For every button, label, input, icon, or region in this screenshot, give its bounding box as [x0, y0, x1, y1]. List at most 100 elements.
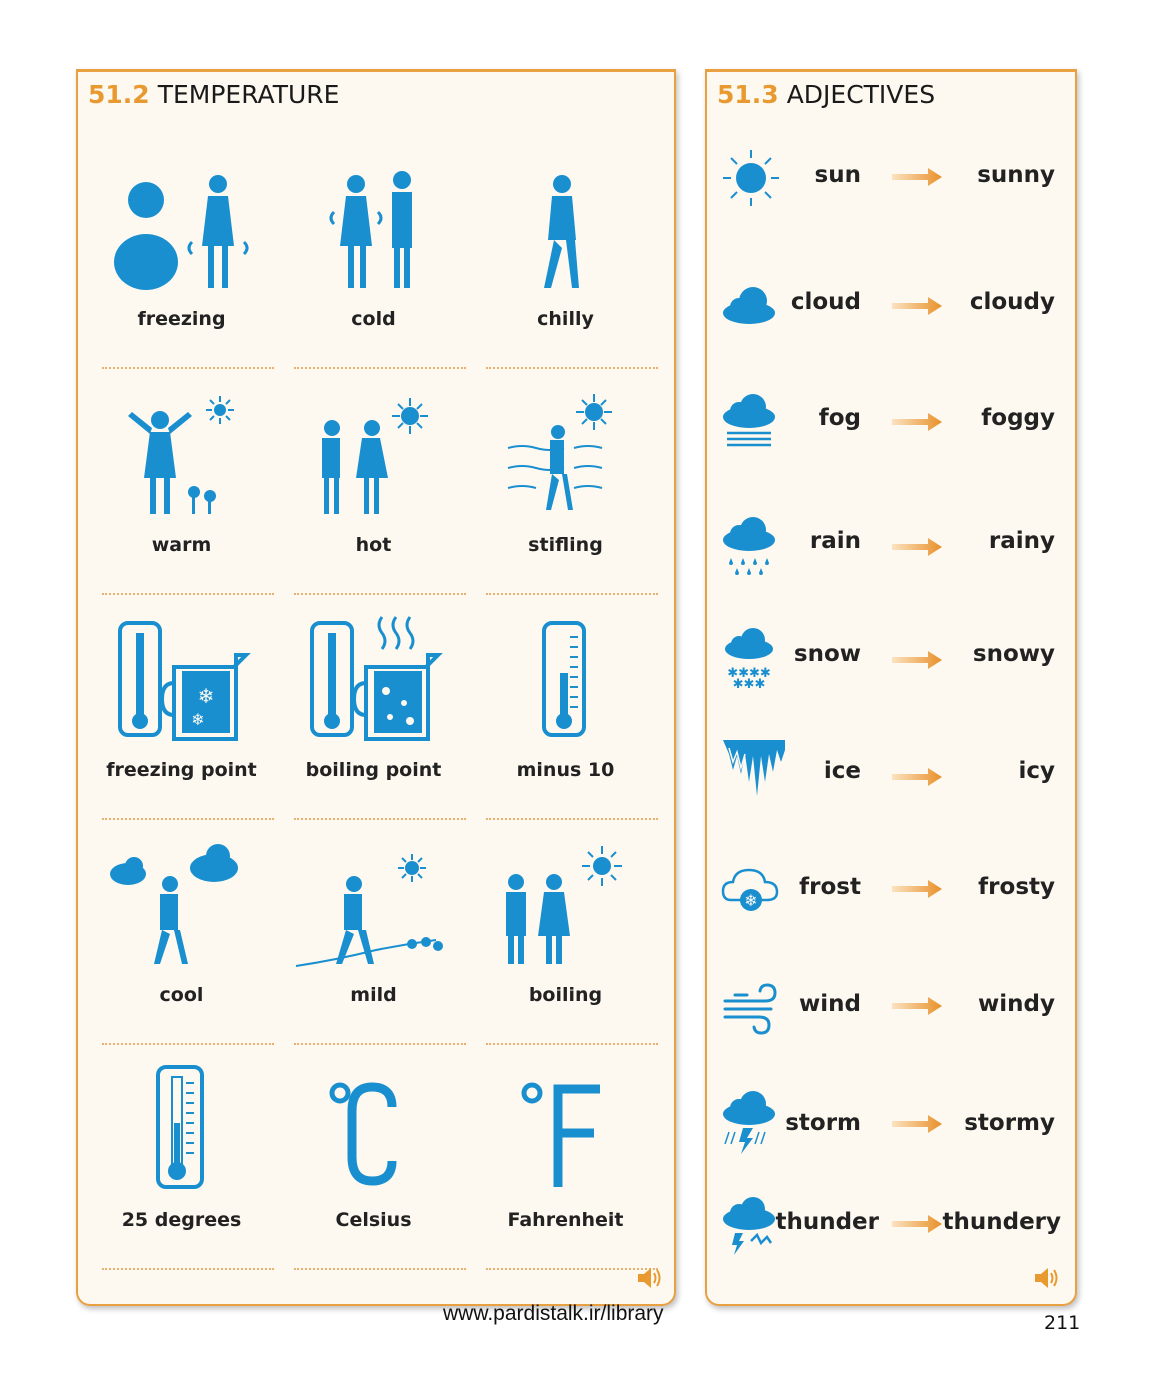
svg-text:❄: ❄	[744, 891, 757, 910]
arrow-icon	[892, 538, 942, 556]
speaker-icon[interactable]	[1033, 1266, 1061, 1290]
vocab-label: boiling	[528, 984, 603, 1006]
vocab-card-25-degrees[interactable]: 25 degrees	[94, 1063, 274, 1285]
vocab-card-cold[interactable]: cold	[286, 162, 466, 384]
ice-icon	[723, 740, 785, 796]
adjective-row-ice[interactable]: ice icy	[707, 738, 1075, 798]
freezing-icon	[114, 175, 249, 290]
vocab-card-stifling[interactable]: stifling	[478, 388, 658, 610]
cool-icon	[110, 844, 238, 964]
arrow-icon	[892, 168, 942, 186]
footer-url[interactable]: www.pardistalk.ir/library	[443, 1302, 664, 1326]
storm-icon	[723, 1091, 775, 1154]
vocab-card-mild[interactable]: mild	[286, 838, 466, 1060]
boiling-point-icon	[310, 616, 443, 741]
divider	[294, 818, 466, 820]
adjective-row-wind[interactable]: wind windy	[707, 977, 1075, 1037]
celsius-icon	[329, 1082, 397, 1186]
arrow-icon	[892, 768, 942, 786]
temperature-panel: 51.2 TEMPERATURE freezing cold chilly wa…	[76, 69, 676, 1306]
vocab-card-celsius[interactable]: Celsius	[286, 1063, 466, 1285]
arrow-icon	[892, 1115, 942, 1133]
arrow-icon	[892, 297, 942, 315]
noun-label: ice	[823, 758, 861, 784]
noun-label: wind	[799, 991, 861, 1017]
vocab-label: boiling point	[305, 759, 442, 781]
vocab-label: stifling	[528, 534, 603, 556]
adjective-row-rain[interactable]: rain rainy	[707, 514, 1075, 575]
divider	[102, 1268, 274, 1270]
noun-label: thunder	[775, 1209, 879, 1235]
adjective-row-frost[interactable]: ❄ frost frosty	[707, 860, 1075, 920]
adjective-label: windy	[978, 991, 1055, 1017]
vocab-card-warm[interactable]: warm	[94, 388, 274, 610]
vocab-card-freezing-point[interactable]: ❄ ❄ freezing point	[94, 613, 274, 835]
svg-text:❄: ❄	[191, 710, 204, 729]
adjective-label: snowy	[972, 641, 1055, 667]
page-number: 211	[1044, 1312, 1081, 1334]
vocab-card-boiling[interactable]: boiling	[478, 838, 658, 1060]
divider	[102, 593, 274, 595]
thunder-icon	[723, 1197, 775, 1255]
arrow-icon	[892, 651, 942, 669]
divider	[102, 1043, 274, 1045]
vocab-label: 25 degrees	[121, 1209, 242, 1231]
adjectives-panel: 51.3 ADJECTIVES sun sunny cloud cloudy fo…	[705, 69, 1077, 1306]
svg-text:❄: ❄	[198, 684, 215, 708]
cold-icon	[329, 171, 412, 288]
vocab-label: chilly	[537, 308, 594, 330]
vocab-label: mild	[350, 984, 397, 1006]
vocab-label: freezing point	[106, 759, 257, 781]
noun-label: frost	[799, 874, 861, 900]
vocab-label: cold	[351, 308, 396, 330]
boiling-icon	[506, 846, 622, 964]
vocab-card-hot[interactable]: hot	[286, 388, 466, 610]
noun-label: snow	[793, 641, 861, 667]
adjective-label: icy	[1018, 758, 1055, 784]
adjective-row-storm[interactable]: storm stormy	[707, 1090, 1075, 1154]
adjective-row-cloud[interactable]: cloud cloudy	[707, 275, 1075, 335]
vocab-card-boiling-point[interactable]: boiling point	[286, 613, 466, 835]
fahrenheit-icon	[521, 1082, 600, 1187]
vocab-label: freezing	[137, 308, 226, 330]
fog-icon	[723, 394, 775, 447]
mild-icon	[295, 854, 443, 967]
vocab-label: minus 10	[516, 759, 615, 781]
vocab-label: hot	[355, 534, 392, 556]
vocab-card-cool[interactable]: cool	[94, 838, 274, 1060]
section-heading: 51.3 ADJECTIVES	[717, 80, 935, 109]
vocab-label: warm	[151, 534, 212, 556]
cloud-icon	[723, 287, 775, 324]
divider	[294, 1268, 466, 1270]
adjective-label: thundery	[942, 1209, 1061, 1235]
adjective-row-sun[interactable]: sun sunny	[707, 148, 1075, 208]
divider	[486, 818, 658, 820]
noun-label: storm	[785, 1110, 861, 1136]
adjective-label: rainy	[988, 528, 1055, 554]
noun-label: fog	[818, 405, 861, 431]
divider	[102, 367, 274, 369]
vocab-card-chilly[interactable]: chilly	[478, 162, 658, 384]
divider	[294, 367, 466, 369]
adjective-row-snow[interactable]: ✱✱✱✱ ✱✱✱ snow snowy	[707, 627, 1075, 691]
chilly-icon	[544, 175, 579, 288]
divider	[486, 593, 658, 595]
vocab-card-minus-10[interactable]: minus 10	[478, 613, 658, 835]
vocab-card-fahrenheit[interactable]: Fahrenheit	[478, 1063, 658, 1285]
arrow-icon	[892, 1215, 942, 1233]
section-number: 51.2	[88, 80, 150, 109]
adjective-label: cloudy	[969, 289, 1055, 315]
adjective-row-thunder[interactable]: thunder thundery	[707, 1197, 1075, 1257]
noun-label: cloud	[790, 289, 861, 315]
thermometer-icon	[156, 1065, 204, 1189]
adjective-row-fog[interactable]: fog foggy	[707, 391, 1075, 451]
speaker-icon[interactable]	[636, 1266, 664, 1290]
vocab-card-freezing[interactable]: freezing	[94, 162, 274, 384]
rain-icon	[723, 517, 775, 575]
noun-label: rain	[809, 528, 861, 554]
section-number: 51.3	[717, 80, 779, 109]
adjective-label: frosty	[978, 874, 1055, 900]
arrow-icon	[892, 413, 942, 431]
section-title: ADJECTIVES	[786, 80, 936, 109]
arrow-icon	[892, 880, 942, 898]
